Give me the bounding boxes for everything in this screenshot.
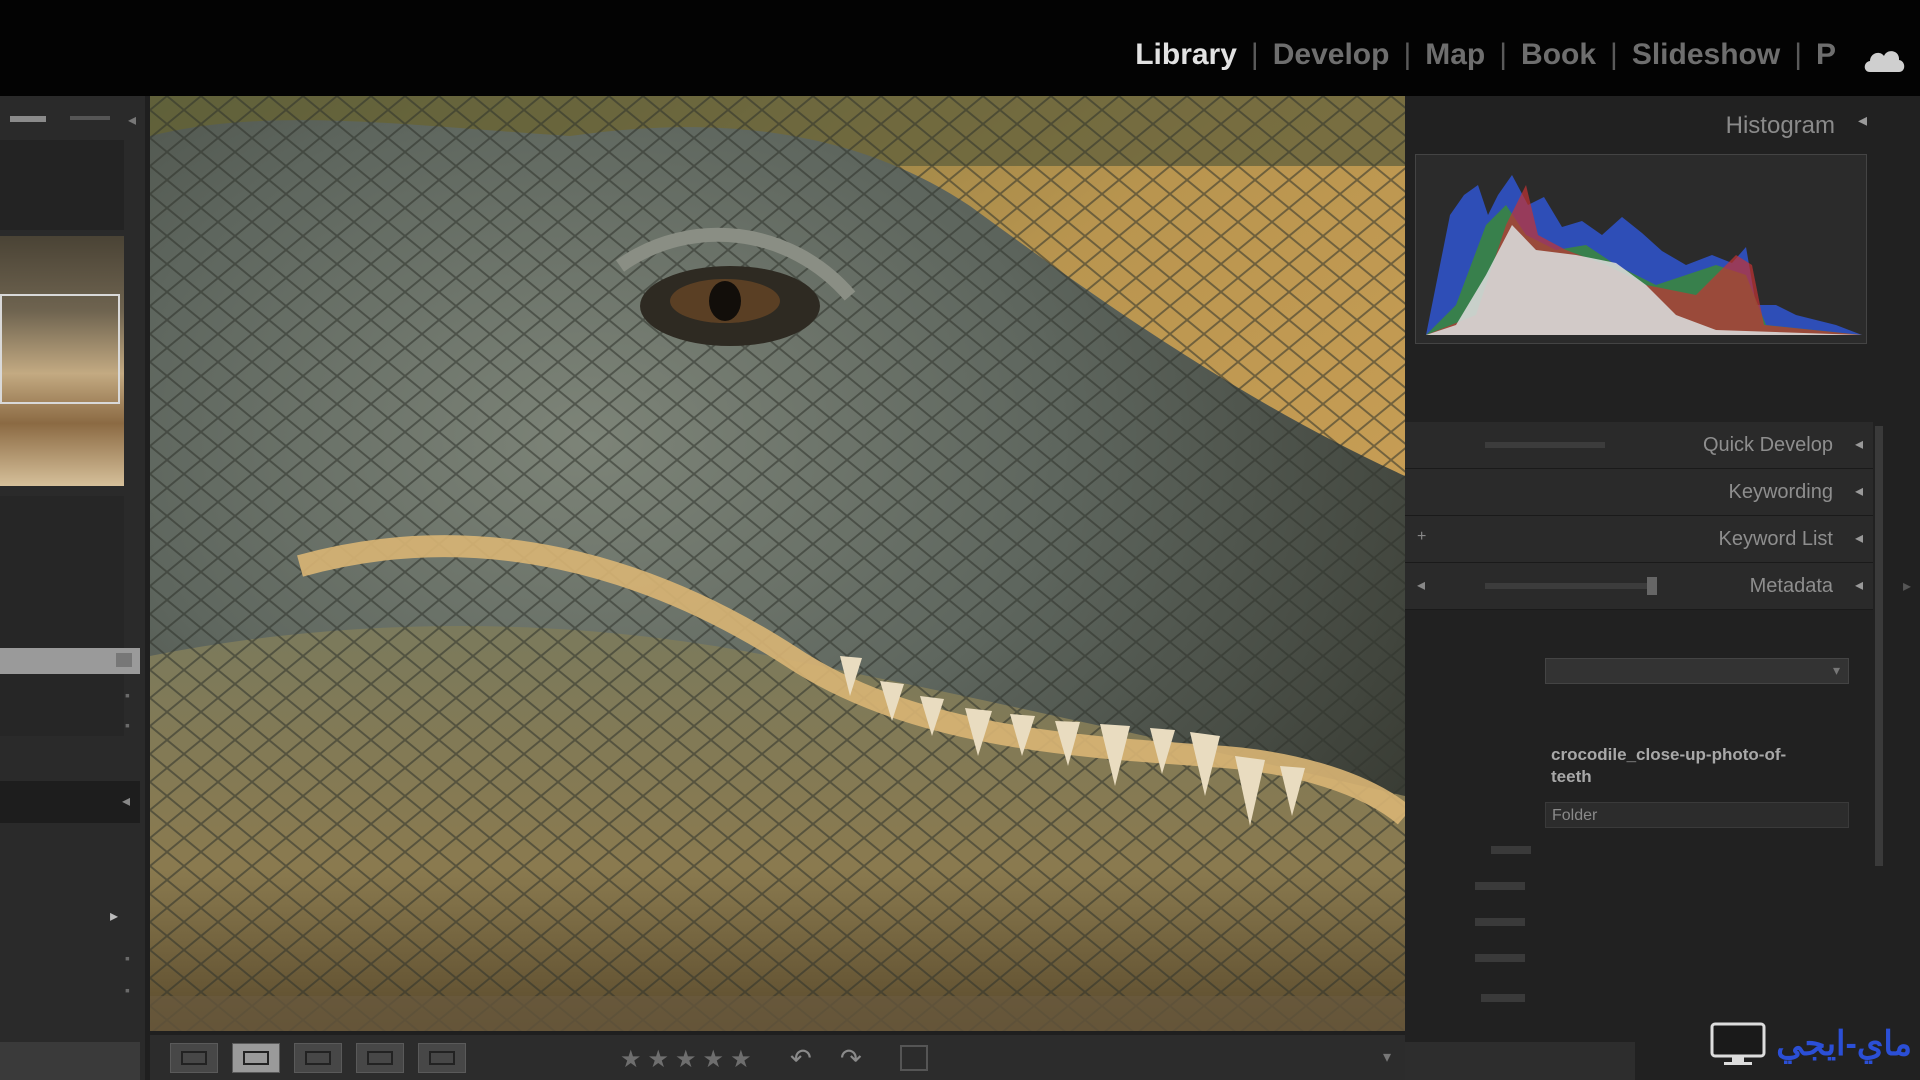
row-count-icon: ▪ (125, 950, 130, 966)
keyword-list-title: Keyword List (1718, 528, 1834, 550)
folder-row[interactable] (0, 832, 140, 860)
rotate-left-icon[interactable]: ↶ (790, 1043, 812, 1074)
cloud-icon[interactable] (1862, 44, 1906, 74)
keyword-list-header[interactable]: + Keyword List ◂ (1405, 516, 1873, 563)
left-panel: ◂ ▪ ▪ ◂ ▸ ▪ ▪ (0, 96, 145, 1080)
module-separator: | (1499, 38, 1508, 71)
module-separator: | (1794, 38, 1802, 71)
grid-view-icon[interactable] (294, 1043, 342, 1073)
histogram-graph (1426, 175, 1862, 335)
module-develop[interactable]: Develop (1259, 38, 1404, 72)
module-map[interactable]: Map (1411, 38, 1499, 72)
module-slideshow[interactable]: Slideshow (1618, 38, 1794, 72)
expand-arrow-icon[interactable]: ◂ (122, 791, 130, 811)
module-picker: Library | Develop | Map | Book | Slidesh… (1121, 38, 1850, 72)
folders-section-header[interactable]: ◂ (0, 781, 140, 823)
module-book[interactable]: Book (1507, 38, 1610, 72)
toolbar-menu-arrow-icon[interactable]: ▾ (1383, 1047, 1391, 1067)
metadata-preset-dropdown[interactable]: ▾ (1545, 658, 1849, 684)
sync-button[interactable] (1405, 1042, 1635, 1080)
collapse-arrow-icon[interactable]: ◂ (128, 110, 136, 130)
compare-view-icon[interactable] (356, 1043, 404, 1073)
watermark-text: ماي-ايجي (1776, 1025, 1912, 1063)
monitor-icon (1710, 1022, 1766, 1065)
module-bar: Library | Develop | Map | Book | Slidesh… (0, 0, 1920, 96)
module-library[interactable]: Library (1121, 38, 1251, 72)
module-print[interactable]: P (1802, 38, 1850, 72)
keywording-title: Keywording (1728, 481, 1833, 503)
loupe-view[interactable] (150, 96, 1405, 1031)
catalog-selected-row[interactable] (0, 648, 140, 674)
collapse-arrow-icon[interactable]: ◂ (1855, 528, 1863, 548)
metadata-title: Metadata (1749, 575, 1833, 597)
quick-develop-header[interactable]: Quick Develop ◂ (1405, 422, 1873, 469)
folder-row[interactable] (0, 862, 140, 890)
catalog-row[interactable]: ▪ (0, 711, 140, 739)
metadata-label (1481, 994, 1525, 1002)
collapse-arrow-icon[interactable]: ◂ (1855, 481, 1863, 501)
disclosure-triangle-icon[interactable]: ▸ (110, 906, 118, 926)
module-separator: | (1610, 38, 1618, 71)
metadata-preset-slider[interactable] (1485, 577, 1657, 595)
slideshow-icon[interactable] (900, 1045, 928, 1071)
metadata-file-name[interactable]: crocodile_close-up-photo-of-teeth (1551, 744, 1811, 788)
right-panel-scrollbar[interactable] (1875, 426, 1883, 866)
right-panel-toggle-icon[interactable]: ▸ (1903, 576, 1911, 596)
metadata-label (1491, 846, 1531, 854)
slider-knob[interactable] (1647, 577, 1657, 595)
survey-view-icon[interactable] (418, 1043, 466, 1073)
collapse-arrow-icon[interactable]: ◂ (1858, 110, 1867, 131)
module-separator: | (1250, 38, 1259, 71)
histogram (1415, 154, 1867, 344)
module-separator: | (1403, 38, 1412, 71)
folder-row[interactable]: ▪ (0, 976, 140, 1004)
previous-preset-icon[interactable]: ◂ (1417, 575, 1425, 595)
watermark: ماي-ايجي (1710, 1022, 1912, 1066)
preset-slider[interactable] (1485, 442, 1605, 448)
catalog-count-badge (116, 653, 132, 667)
import-button[interactable] (0, 1042, 140, 1080)
navigator-title (10, 116, 46, 122)
star-rating[interactable]: ★★★★★ (620, 1045, 758, 1074)
folder-row[interactable]: ▪ (0, 944, 140, 972)
metadata-label (1475, 882, 1525, 890)
histogram-header[interactable]: Histogram ◂ (1405, 96, 1875, 148)
metadata-folder-field[interactable]: Folder (1545, 802, 1849, 828)
navigator-header[interactable]: ◂ (0, 110, 145, 134)
library-toolbar: ★★★★★ ↶ ↷ ▾ (150, 1035, 1405, 1080)
navigator-preview[interactable] (0, 236, 124, 486)
crocodile-photo (150, 96, 1405, 1031)
catalog-row[interactable]: ▪ (0, 681, 140, 709)
collapse-arrow-icon[interactable]: ◂ (1855, 575, 1863, 595)
right-panel: Histogram ◂ Quick Develop ◂ Keywording ◂… (1405, 96, 1920, 1080)
loupe-view-icon[interactable] (232, 1043, 280, 1073)
rotate-right-icon[interactable]: ↷ (840, 1043, 862, 1074)
row-count-icon: ▪ (125, 717, 130, 733)
row-count-icon: ▪ (125, 982, 130, 998)
metadata-label (1475, 954, 1525, 962)
histogram-title: Histogram (1725, 112, 1835, 139)
filmstrip-view-icon[interactable] (170, 1043, 218, 1073)
navigator-zoom-frame[interactable] (0, 294, 120, 404)
row-count-icon: ▪ (125, 687, 130, 703)
metadata-folder-value: Folder (1552, 807, 1598, 824)
collapse-arrow-icon[interactable]: ◂ (1855, 434, 1863, 454)
navigator-zoom-options[interactable] (70, 116, 110, 120)
metadata-header[interactable]: ◂ Metadata ◂ (1405, 563, 1873, 610)
quick-develop-title: Quick Develop (1702, 434, 1833, 456)
dropdown-arrow-icon: ▾ (1832, 662, 1840, 678)
add-keyword-icon[interactable]: + (1417, 528, 1426, 546)
keywording-header[interactable]: Keywording ◂ (1405, 469, 1873, 516)
navigator-background (0, 140, 124, 230)
metadata-label (1475, 918, 1525, 926)
